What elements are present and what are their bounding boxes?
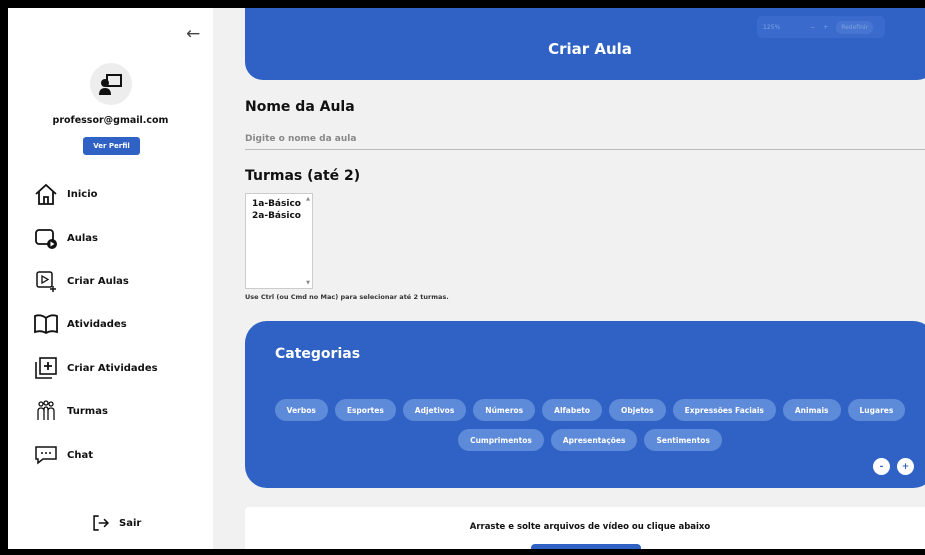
sidebar-item-label: Criar Atividades: [67, 362, 158, 374]
category-chip-list: Verbos Esportes Adjetivos Números Alfabe…: [245, 399, 925, 451]
zoom-out-button[interactable]: −: [810, 24, 815, 31]
logout-button[interactable]: Sair: [91, 510, 141, 536]
category-chip[interactable]: Lugares: [847, 399, 906, 421]
video-icon: [35, 229, 57, 249]
category-chip[interactable]: Sentimentos: [644, 429, 722, 451]
sidebar-item-criar-aulas[interactable]: Criar Aulas: [33, 268, 129, 294]
categories-expand-button[interactable]: +: [897, 458, 914, 475]
category-chip[interactable]: Apresentações: [550, 429, 638, 451]
sidebar-item-label: Aulas: [67, 232, 98, 244]
turmas-hint: Use Ctrl (ou Cmd no Mac) para selecionar…: [245, 293, 449, 301]
category-chip[interactable]: Adjetivos: [402, 399, 467, 421]
book-icon: [34, 314, 58, 335]
sidebar-item-chat[interactable]: Chat: [33, 442, 93, 468]
avatar: [90, 63, 132, 105]
sidebar-item-label: Atividades: [67, 318, 127, 330]
user-email: professor@gmail.com: [52, 115, 169, 126]
add-video-icon: [36, 271, 56, 292]
sidebar-item-criar-atividades[interactable]: Criar Atividades: [33, 355, 158, 381]
category-chip[interactable]: Esportes: [334, 399, 396, 421]
category-chip[interactable]: Números: [473, 399, 536, 421]
categories-panel: Categorias Verbos Esportes Adjetivos Núm…: [245, 321, 925, 488]
sidebar-item-aulas[interactable]: Aulas: [33, 225, 98, 251]
category-chip[interactable]: Cumprimentos: [458, 429, 544, 451]
category-chip[interactable]: Alfabeto: [542, 399, 603, 421]
logout-icon: [93, 515, 110, 531]
sidebar-item-label: Turmas: [67, 405, 108, 417]
teacher-icon: [99, 74, 122, 95]
sidebar-item-inicio[interactable]: Inicio: [33, 181, 98, 207]
page-header: 125% − + Redefinir Criar Aula: [245, 8, 925, 80]
view-profile-button[interactable]: Ver Perfil: [83, 137, 140, 155]
chat-icon: [35, 446, 57, 465]
sidebar-item-label: Inicio: [67, 188, 98, 200]
logout-label: Sair: [119, 517, 142, 529]
category-chip[interactable]: Verbos: [274, 399, 328, 421]
sidebar-item-turmas[interactable]: Turmas: [33, 398, 108, 424]
app-window: ← professor@gmail.com Ver Perfil Inicio …: [8, 8, 925, 549]
group-icon: [37, 400, 55, 420]
zoom-in-button[interactable]: +: [823, 24, 828, 31]
zoom-level: 125%: [763, 23, 781, 31]
upload-instructions: Arraste e solte arquivos de vídeo ou cli…: [469, 522, 711, 532]
categories-collapse-button[interactable]: -: [873, 458, 890, 475]
aula-name-input[interactable]: [245, 128, 925, 150]
zoom-controls: 125% − + Redefinir: [757, 16, 885, 38]
turmas-select[interactable]: 1a-Básico 2a-Básico ▲ ▼: [245, 193, 313, 289]
sidebar-item-label: Criar Aulas: [67, 275, 129, 287]
sidebar: ← professor@gmail.com Ver Perfil Inicio …: [8, 8, 213, 549]
categories-title: Categorias: [275, 346, 361, 362]
zoom-reset-button[interactable]: Redefinir: [836, 20, 874, 34]
upload-dropzone[interactable]: Arraste e solte arquivos de vídeo ou cli…: [245, 507, 925, 549]
aula-name-label: Nome da Aula: [245, 99, 355, 115]
turma-option[interactable]: 1a-Básico: [252, 198, 306, 210]
home-icon: [35, 183, 57, 205]
sidebar-item-label: Chat: [67, 449, 93, 461]
upload-button[interactable]: [531, 544, 641, 549]
scroll-down-icon[interactable]: ▼: [306, 280, 310, 286]
scroll-up-icon[interactable]: ▲: [306, 196, 310, 202]
turma-option[interactable]: 2a-Básico: [252, 210, 306, 222]
turmas-label: Turmas (até 2): [245, 168, 361, 184]
back-arrow-icon[interactable]: ←: [186, 24, 200, 44]
add-box-icon: [35, 357, 57, 379]
category-chip[interactable]: Expressões Faciais: [672, 399, 776, 421]
sidebar-item-atividades[interactable]: Atividades: [33, 311, 127, 337]
category-chip[interactable]: Objetos: [609, 399, 666, 421]
category-chip[interactable]: Animais: [782, 399, 841, 421]
page-title: Criar Aula: [548, 40, 632, 58]
main-content: 125% − + Redefinir Criar Aula Nome da Au…: [213, 8, 925, 549]
